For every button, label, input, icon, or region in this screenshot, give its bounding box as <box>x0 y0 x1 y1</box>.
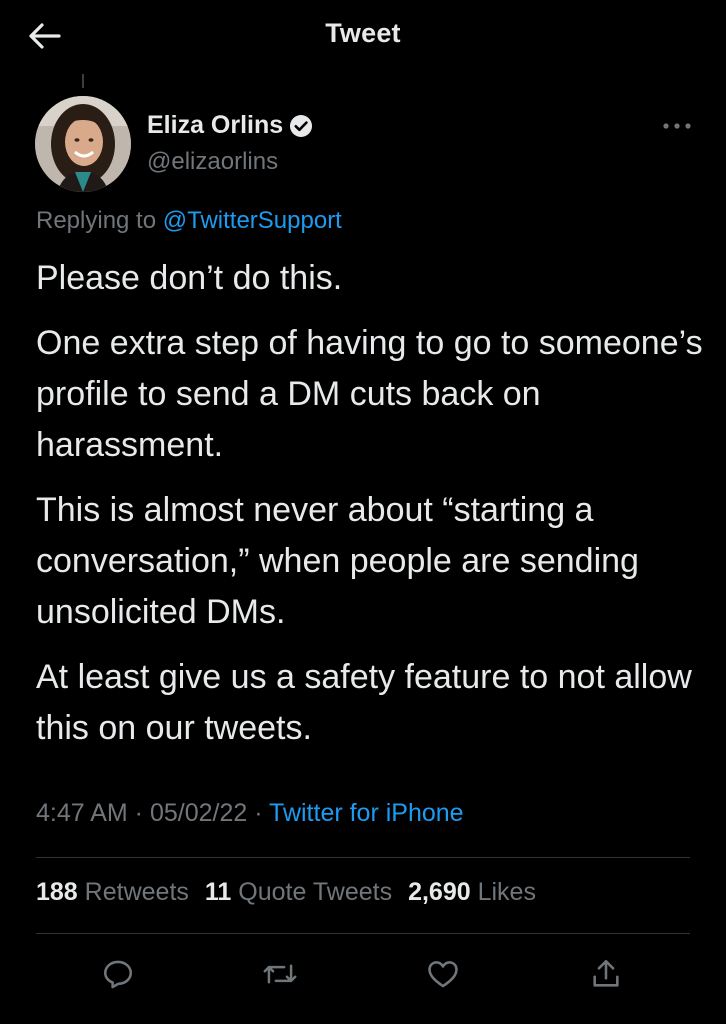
reply-icon <box>103 960 133 989</box>
retweets-stat[interactable]: 188 Retweets <box>36 878 189 907</box>
heart-icon <box>428 961 458 988</box>
quote-tweets-count: 11 <box>204 878 232 906</box>
more-dots-icon <box>663 123 691 129</box>
tweet-paragraph: This is almost never about “starting a c… <box>36 491 639 631</box>
likes-label: Likes <box>477 878 536 906</box>
retweet-icon <box>263 964 297 984</box>
tweet-meta: 4:47 AM · 05/02/22 · Twitter for iPhone <box>36 799 464 828</box>
likes-count: 2,690 <box>408 878 471 906</box>
like-button[interactable] <box>423 954 463 994</box>
tweet-stats: 188 Retweets 11 Quote Tweets 2,690 Likes <box>36 878 552 907</box>
more-options-button[interactable] <box>660 112 694 140</box>
replying-to: Replying to @TwitterSupport <box>36 207 342 235</box>
tweet-paragraph: One extra step of having to go to someon… <box>36 324 703 464</box>
retweets-label: Retweets <box>84 878 189 906</box>
author-name[interactable]: Eliza Orlins <box>147 111 283 140</box>
retweets-count: 188 <box>36 878 78 906</box>
tweet-paragraph: At least give us a safety feature to not… <box>36 658 692 747</box>
divider <box>36 933 690 934</box>
avatar[interactable] <box>35 96 131 192</box>
retweet-button[interactable] <box>260 954 300 994</box>
divider <box>36 857 690 858</box>
share-button[interactable] <box>586 954 626 994</box>
meta-separator: · <box>247 799 270 827</box>
likes-stat[interactable]: 2,690 Likes <box>408 878 536 907</box>
page-title: Tweet <box>325 18 401 48</box>
replying-to-link[interactable]: @TwitterSupport <box>163 207 342 234</box>
replying-to-label: Replying to <box>36 207 163 234</box>
author-name-row[interactable]: Eliza Orlins <box>147 111 313 140</box>
verified-badge-icon <box>290 114 313 137</box>
tweet-time[interactable]: 4:47 AM <box>36 799 128 827</box>
top-bar: Tweet <box>0 0 726 72</box>
author-handle[interactable]: @elizaorlins <box>147 148 278 176</box>
tweet-actions <box>0 946 726 1002</box>
profile-photo <box>35 96 131 192</box>
thread-connector-line <box>82 74 84 88</box>
reply-button[interactable] <box>98 954 138 994</box>
share-icon <box>593 959 619 987</box>
tweet-text: Please don’t do this. One extra step of … <box>36 253 706 768</box>
quote-tweets-label: Quote Tweets <box>238 878 393 906</box>
tweet-date[interactable]: 05/02/22 <box>150 799 247 827</box>
tweet-source[interactable]: Twitter for iPhone <box>269 799 464 827</box>
quote-tweets-stat[interactable]: 11 Quote Tweets <box>205 878 392 907</box>
meta-separator: · <box>127 799 150 827</box>
tweet-paragraph: Please don’t do this. <box>36 259 343 297</box>
